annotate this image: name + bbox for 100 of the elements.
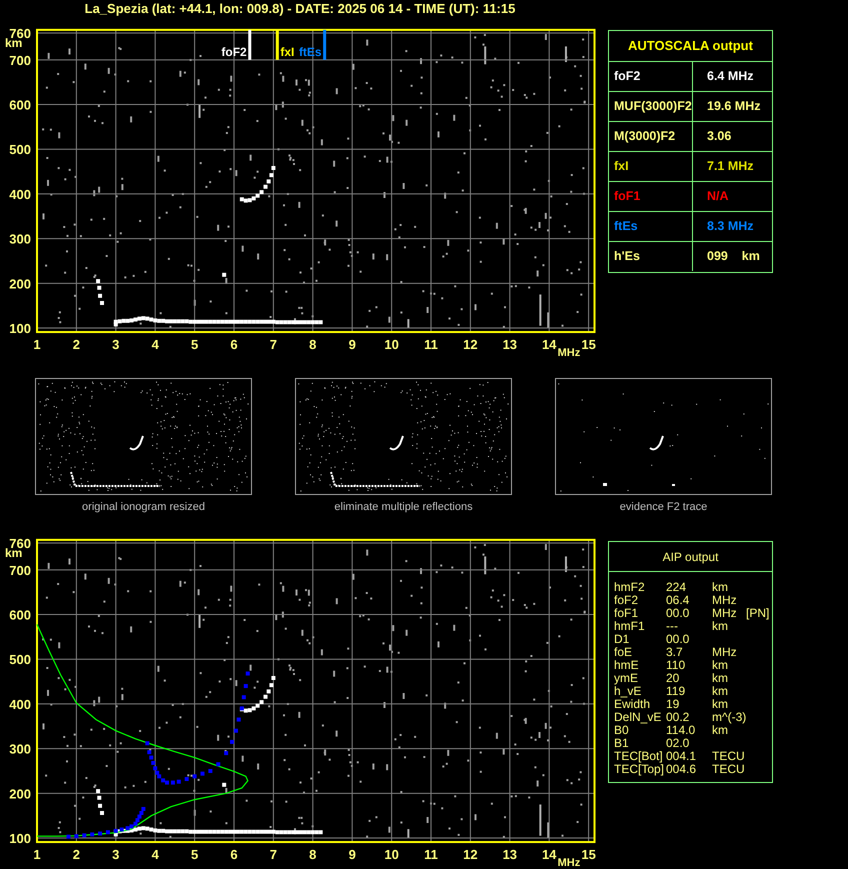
parameter-name: ymE (614, 672, 639, 685)
parameter-label: foF1 (614, 188, 640, 206)
page-title: La_Spezia (lat: +44.1, lon: 009.8) - DATE: 2025 06 14 - TIME (UT): 11:15 (84, 0, 516, 18)
parameter-note: [PN] (746, 607, 770, 620)
parameter-name: Ewidth (614, 698, 652, 711)
marker-label: foF2 (221, 44, 247, 59)
axis-label: 7 (270, 337, 278, 352)
axis-title: MHz (558, 347, 580, 360)
parameter-name: D1 (614, 633, 630, 646)
axis-label: 400 (9, 186, 31, 202)
parameter-label: h'Es (614, 248, 640, 266)
parameter-label: MUF(3000)F2 (614, 98, 692, 116)
marker-label: ftEs (298, 44, 322, 59)
parameter-name: B1 (614, 737, 630, 750)
marker-label: fxI (280, 44, 294, 59)
axis-label: 11 (424, 337, 438, 352)
parameter-name: foF1 (614, 607, 640, 620)
parameter-unit: km (712, 659, 729, 672)
thumbnail-caption: eliminate multiple reflections (334, 500, 473, 515)
thumbnail-caption: evidence F2 trace (620, 500, 708, 515)
parameter-value: 06.4 (666, 594, 690, 607)
axis-label: 1 (33, 337, 41, 352)
axis-label: 8 (309, 337, 316, 352)
parameter-value: --- (666, 620, 679, 633)
axis-label: 9 (348, 337, 356, 352)
parameter-value: 00.0 (666, 607, 690, 620)
axis-label: 15 (581, 337, 596, 352)
axis-label: 15 (581, 847, 596, 862)
axis-label: 100 (9, 321, 31, 336)
axis-label: 4 (152, 337, 159, 352)
parameter-value: 099 km (707, 248, 760, 266)
parameter-name: B0 (614, 724, 629, 737)
parameter-unit: MHz (712, 594, 738, 607)
parameter-label: ftEs (614, 218, 638, 236)
axis-label: 10 (384, 337, 399, 352)
parameter-name: h_vE (614, 685, 642, 698)
axis-label: 200 (9, 276, 31, 292)
axis-label: 6 (230, 847, 238, 862)
axis-label: 300 (9, 232, 31, 247)
parameter-name: hmE (614, 659, 640, 672)
parameter-value: 004.6 (666, 763, 698, 776)
axis-label: 100 (9, 831, 31, 846)
panel-title: AUTOSCALA output (627, 37, 754, 56)
axis-label: 9 (348, 847, 356, 862)
axis-label: 300 (9, 742, 31, 757)
axis-label: 760 (9, 26, 31, 41)
parameter-value: N/A (707, 188, 729, 206)
axis-label: 7 (270, 847, 278, 862)
axis-label: 10 (384, 847, 399, 862)
parameter-unit: km (712, 724, 728, 737)
parameter-label: fxI (614, 158, 629, 176)
axis-title: MHz (558, 857, 580, 869)
axis-label: 500 (9, 652, 31, 668)
parameter-value: 3.06 (707, 128, 732, 146)
axis-label: 13 (502, 847, 518, 862)
parameter-value: 19 (666, 698, 680, 711)
axis-label: 1 (33, 847, 41, 862)
parameter-unit: MHz (712, 646, 738, 659)
parameter-label: foF2 (614, 68, 640, 86)
axis-label: 760 (9, 536, 31, 551)
parameter-label: M(3000)F2 (614, 128, 676, 146)
axis-label: 12 (463, 337, 478, 352)
axis-label: 14 (542, 847, 556, 862)
parameter-value: 004.1 (666, 750, 698, 763)
axis-label: 3 (112, 337, 120, 352)
parameter-value: 02.0 (666, 737, 690, 750)
axis-label: 4 (152, 847, 159, 862)
parameter-name: hmF1 (614, 620, 646, 633)
parameter-value: 20 (666, 672, 680, 685)
parameter-name: foE (614, 646, 634, 659)
parameter-unit: km (712, 581, 729, 594)
parameter-name: foF2 (614, 594, 640, 607)
parameter-value: 7.1 MHz (707, 158, 754, 176)
parameter-unit: km (712, 620, 729, 633)
parameter-value: 224 (666, 581, 688, 594)
thumbnail-caption: original ionogram resized (82, 500, 205, 515)
parameter-unit: km (712, 698, 729, 711)
axis-label: 600 (9, 608, 31, 623)
axis-label: 12 (463, 847, 478, 862)
axis-label: 200 (9, 786, 31, 802)
parameter-value: 00.0 (666, 633, 690, 646)
axis-label: 11 (424, 847, 438, 862)
axis-label: 700 (9, 52, 31, 68)
parameter-value: 6.4 MHz (707, 68, 754, 86)
parameter-name: hmF2 (614, 581, 646, 594)
parameter-name: DelN_vE (614, 711, 662, 724)
parameter-value: 110 (666, 659, 686, 672)
parameter-unit: TECU (712, 763, 746, 776)
axis-label: 2 (72, 337, 80, 352)
axis-label: 5 (190, 337, 198, 352)
parameter-unit: km (712, 672, 729, 685)
parameter-value: 8.3 MHz (707, 218, 754, 236)
parameter-value: 3.7 (666, 646, 684, 659)
axis-label: 6 (230, 337, 238, 352)
parameter-unit: m^(-3) (712, 711, 746, 724)
parameter-unit: MHz (712, 607, 738, 620)
axis-label: 14 (542, 337, 556, 352)
axis-label: 8 (309, 847, 316, 862)
parameter-value: 19.6 MHz (707, 98, 760, 116)
parameter-name: TEC[Top] (614, 763, 666, 776)
